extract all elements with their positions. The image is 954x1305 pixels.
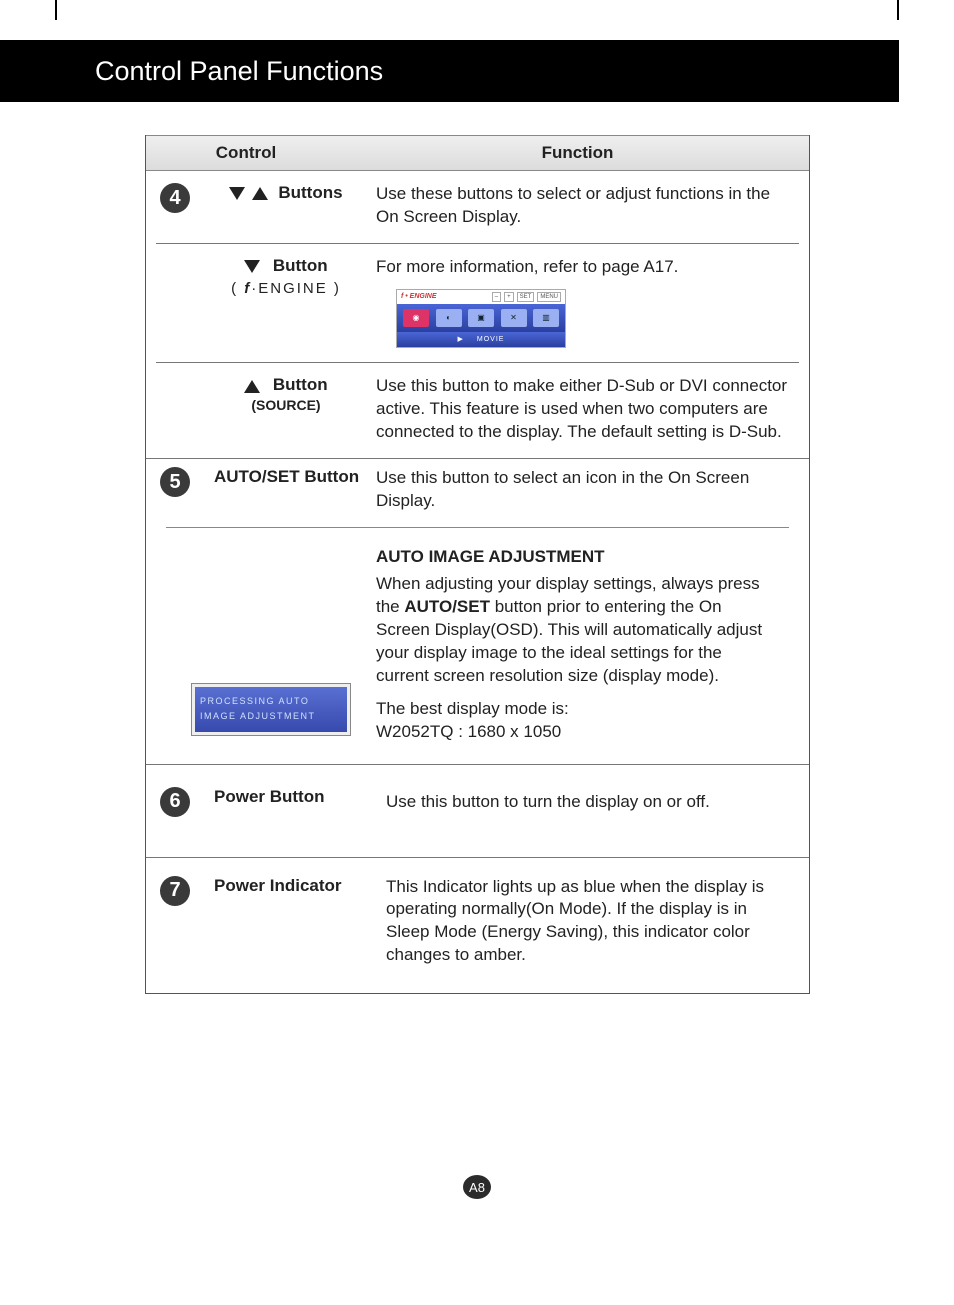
triangle-up-icon	[244, 380, 260, 393]
row7-desc: This Indicator lights up as blue when th…	[386, 876, 799, 968]
row4-down-func: For more information, refer to page A17.…	[376, 256, 799, 348]
row7-label: Power Indicator	[214, 876, 342, 895]
osd-footer: ▶ MOVIE	[397, 332, 565, 347]
row5-best-line: The best display mode is:	[376, 698, 779, 721]
badge-4: 4	[160, 183, 190, 213]
osd-cell-1: ◉	[403, 309, 429, 327]
osd-hints: – + SET MENU	[492, 292, 561, 302]
row4-both-label: Buttons	[278, 183, 342, 202]
row-7: 7 Power Indicator This Indicator lights …	[146, 858, 809, 994]
row5-desc: Use this button to select an icon in the…	[376, 467, 799, 513]
triangle-up-icon	[252, 187, 268, 200]
row4-up-desc: Use this button to make either D-Sub or …	[376, 375, 799, 444]
osd-brand: f • ENGINE	[401, 292, 437, 301]
row5-body: When adjusting your display settings, al…	[376, 573, 779, 688]
row-5: 5 AUTO/SET Button Use this button to sel…	[146, 459, 809, 764]
osd-screenshot: f • ENGINE – + SET MENU ◉ ◐ ▣	[396, 289, 566, 349]
page-number: A8	[463, 1175, 491, 1199]
row6-label: Power Button	[214, 787, 325, 806]
badge-5: 5	[160, 467, 190, 497]
badge-6: 6	[160, 787, 190, 817]
osd-icons-row: ◉ ◐ ▣ ✕ ▥	[397, 304, 565, 332]
osd-footer-arrow-icon: ▶	[458, 336, 464, 343]
row-4-both: 4 Buttons Use these buttons to select or…	[156, 171, 799, 244]
row-4-up: Button (SOURCE) Use this button to make …	[156, 363, 799, 448]
osd-cell-3: ▣	[468, 309, 494, 327]
functions-table: Control Function 4 Buttons Use these but…	[145, 135, 810, 994]
row4-up-label: Button	[273, 375, 328, 394]
badge-7: 7	[160, 876, 190, 906]
osd-cell-2: ◐	[436, 309, 462, 327]
header-control: Control	[146, 136, 346, 170]
osd-cell-4: ✕	[501, 309, 527, 327]
row4-both-desc: Use these buttons to select or adjust fu…	[376, 183, 799, 229]
header-function: Function	[346, 136, 809, 170]
proc-line2: IMAGE ADJUSTMENT	[200, 709, 342, 724]
row-6: 6 Power Button Use this button to turn t…	[146, 765, 809, 858]
row5-best-mode: W2052TQ : 1680 x 1050	[376, 721, 779, 744]
proc-line1: PROCESSING AUTO	[200, 694, 342, 709]
osd-cell-5: ▥	[533, 309, 559, 327]
row4-down-sub: ( f·ENGINE )	[196, 280, 376, 297]
osd-footer-label: MOVIE	[477, 336, 505, 343]
row5-heading: AUTO IMAGE ADJUSTMENT	[376, 546, 779, 569]
page-title: Control Panel Functions	[0, 40, 899, 102]
row5-label: AUTO/SET Button	[214, 467, 359, 486]
row-4-group: 4 Buttons Use these buttons to select or…	[146, 171, 809, 459]
row4-up-sub: (SOURCE)	[196, 397, 376, 413]
processing-auto-box: PROCESSING AUTO IMAGE ADJUSTMENT	[191, 683, 351, 736]
table-header-row: Control Function	[146, 135, 809, 171]
row4-down-desc: For more information, refer to page A17.	[376, 256, 789, 279]
row6-desc: Use this button to turn the display on o…	[386, 787, 799, 817]
page-title-text: Control Panel Functions	[95, 56, 383, 87]
triangle-down-icon	[244, 260, 260, 273]
row-4-down: Button ( f·ENGINE ) For more information…	[156, 244, 799, 363]
row4-down-label: Button	[273, 256, 328, 275]
triangle-down-icon	[229, 187, 245, 200]
